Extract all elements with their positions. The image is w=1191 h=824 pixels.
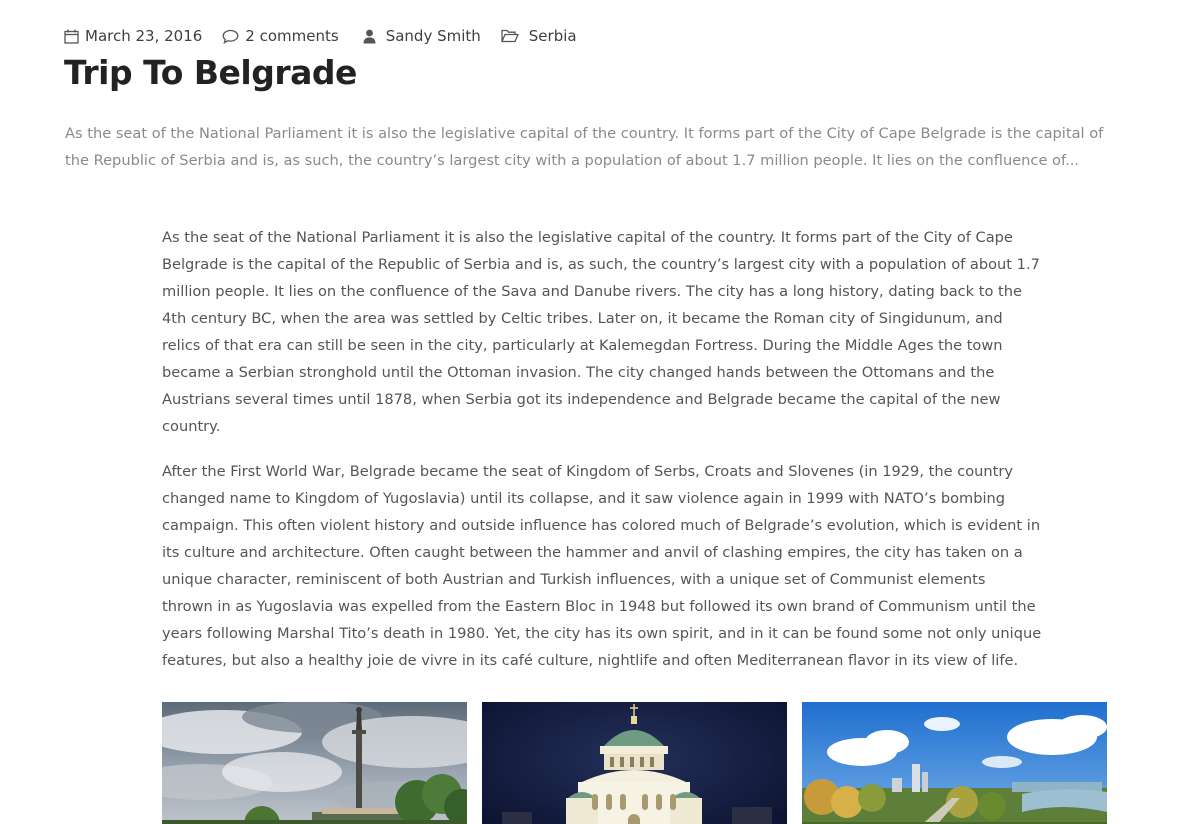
post-excerpt: As the seat of the National Parliament i… <box>65 120 1189 174</box>
post-title[interactable]: Trip To Belgrade <box>64 50 357 96</box>
gallery-image-city-panorama[interactable] <box>802 702 1107 824</box>
paragraph-line: million people. It lies on the confluenc… <box>162 283 1023 300</box>
gallery-image-victor-monument[interactable] <box>162 702 467 824</box>
post-comments-link[interactable]: 2 comments <box>245 27 338 45</box>
paragraph-line: unique character, reminiscent of both Au… <box>162 571 986 588</box>
post-meta: March 23, 2016 2 comments Sandy Smith Se… <box>64 25 597 47</box>
victor-monument-photo-icon <box>162 702 467 824</box>
paragraph-line: As the seat of the National Parliament i… <box>162 229 1013 246</box>
comment-icon <box>222 29 239 44</box>
image-gallery <box>162 702 1107 824</box>
folder-open-icon <box>501 29 519 43</box>
user-icon <box>363 29 376 44</box>
paragraph-line: changed name to Kingdom of Yugoslavia) u… <box>162 490 1006 507</box>
gallery-image-saint-sava-temple[interactable] <box>482 702 787 824</box>
post-category-link[interactable]: Serbia <box>529 27 577 45</box>
post-author-link[interactable]: Sandy Smith <box>386 27 481 45</box>
excerpt-line: As the seat of the National Parliament i… <box>65 125 1104 142</box>
paragraph-line: years following Marshal Tito’s death in … <box>162 625 1042 642</box>
content-paragraph: After the First World War, Belgrade beca… <box>162 458 1112 674</box>
paragraph-line: campaign. This often violent history and… <box>162 517 1041 534</box>
paragraph-line: thrown in as Yugoslavia was expelled fro… <box>162 598 1036 615</box>
post-date-link[interactable]: March 23, 2016 <box>85 27 202 45</box>
post-date: March 23, 2016 <box>64 27 202 45</box>
paragraph-line: Austrians several times until 1878, when… <box>162 391 1001 408</box>
paragraph-line: 4th century BC, when the area was settle… <box>162 310 1003 327</box>
paragraph-line: country. <box>162 418 221 435</box>
paragraph-line: became a Serbian stronghold until the Ot… <box>162 364 995 381</box>
paragraph-line: features, but also a healthy joie de viv… <box>162 652 1019 669</box>
paragraph-line: relics of that era can still be seen in … <box>162 337 1003 354</box>
post-comments: 2 comments <box>222 27 339 45</box>
post-category: Serbia <box>501 27 577 45</box>
saint-sava-temple-photo-icon <box>482 702 787 824</box>
paragraph-line: After the First World War, Belgrade beca… <box>162 463 1014 480</box>
calendar-icon <box>64 29 79 44</box>
post-content: As the seat of the National Parliament i… <box>162 224 1112 692</box>
city-park-panorama-photo-icon <box>802 702 1107 824</box>
excerpt-line: the Republic of Serbia and is, as such, … <box>65 152 1079 169</box>
post-author: Sandy Smith <box>359 27 481 45</box>
paragraph-line: its culture and architecture. Often caug… <box>162 544 1023 561</box>
content-paragraph: As the seat of the National Parliament i… <box>162 224 1112 440</box>
paragraph-line: Belgrade is the capital of the Republic … <box>162 256 1040 273</box>
